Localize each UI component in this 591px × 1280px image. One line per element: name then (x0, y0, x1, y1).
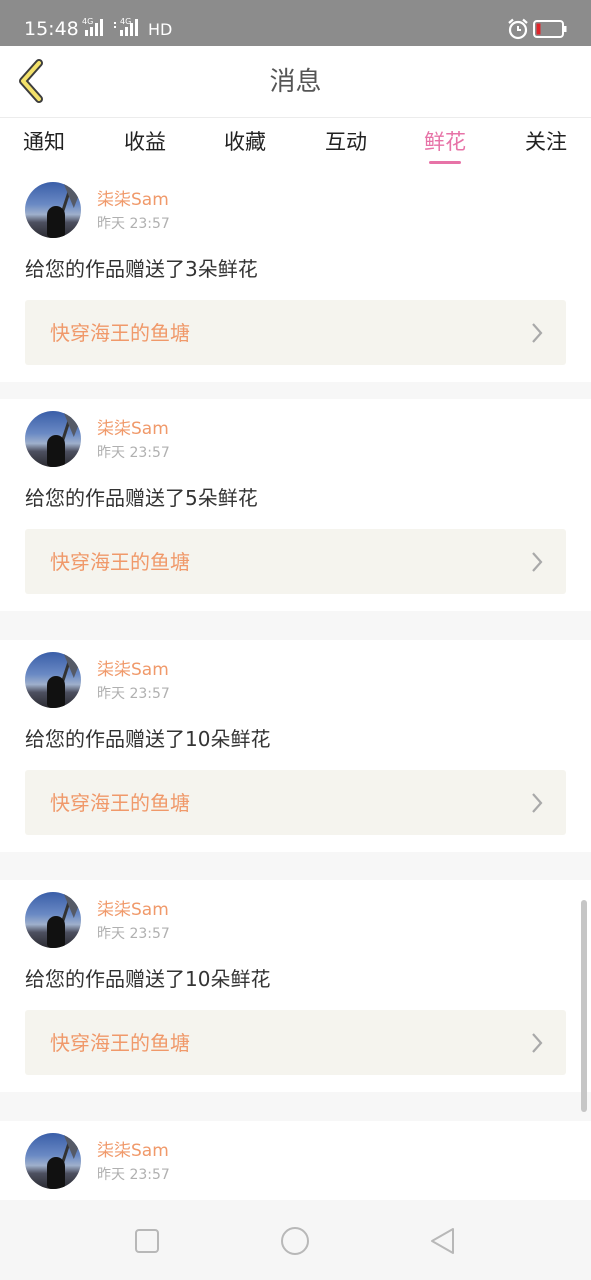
work-link[interactable]: 快穿海王的鱼塘 (25, 529, 566, 594)
tab-active-indicator (429, 161, 461, 164)
tab-following[interactable]: 关注 (501, 128, 591, 156)
work-title: 快穿海王的鱼塘 (50, 1031, 190, 1055)
sender-name[interactable]: 柒柒Sam (97, 898, 169, 922)
tab-flowers[interactable]: 鲜花 (400, 128, 490, 164)
message-time: 昨天 23:57 (97, 1167, 170, 1183)
avatar[interactable] (25, 1133, 81, 1189)
message-time: 昨天 23:57 (97, 216, 170, 232)
avatar[interactable] (25, 892, 81, 948)
message-card: 柒柒Sam 昨天 23:57 给您的作品赠送了5朵鲜花 快穿海王的鱼塘 (0, 399, 591, 611)
chevron-right-icon (532, 552, 543, 572)
chevron-right-icon (532, 793, 543, 813)
avatar[interactable] (25, 411, 81, 467)
work-link[interactable]: 快穿海王的鱼塘 (25, 1010, 566, 1075)
header: 消息 (0, 46, 591, 118)
scrollbar[interactable] (581, 900, 587, 1112)
avatar[interactable] (25, 182, 81, 238)
work-title: 快穿海王的鱼塘 (50, 321, 190, 345)
message-card: 柒柒Sam 昨天 23:57 (0, 1121, 591, 1200)
square-icon[interactable] (130, 1224, 164, 1258)
chevron-right-icon (532, 323, 543, 343)
message-time: 昨天 23:57 (97, 445, 170, 461)
tab-notifications[interactable]: 通知 (0, 128, 89, 156)
work-link[interactable]: 快穿海王的鱼塘 (25, 770, 566, 835)
tab-bar: 通知 收益 收藏 互动 鲜花 关注 (0, 118, 591, 170)
message-time: 昨天 23:57 (97, 926, 170, 942)
sender-name[interactable]: 柒柒Sam (97, 417, 169, 441)
triangle-back-icon[interactable] (426, 1224, 460, 1258)
message-text: 给您的作品赠送了3朵鲜花 (25, 257, 258, 281)
page-title: 消息 (269, 67, 322, 97)
tab-favorites[interactable]: 收藏 (200, 128, 290, 156)
hd-indicator: HD (148, 20, 173, 39)
battery-icon (533, 20, 567, 38)
sender-name[interactable]: 柒柒Sam (97, 1139, 169, 1163)
message-text: 给您的作品赠送了10朵鲜花 (25, 727, 271, 751)
navigation-bar (0, 1200, 591, 1280)
message-card: 柒柒Sam 昨天 23:57 给您的作品赠送了10朵鲜花 快穿海王的鱼塘 (0, 880, 591, 1092)
message-card: 柒柒Sam 昨天 23:57 给您的作品赠送了10朵鲜花 快穿海王的鱼塘 (0, 640, 591, 852)
work-title: 快穿海王的鱼塘 (50, 550, 190, 574)
sender-name[interactable]: 柒柒Sam (97, 188, 169, 212)
avatar[interactable] (25, 652, 81, 708)
alarm-icon (508, 18, 528, 40)
message-card: 柒柒Sam 昨天 23:57 给您的作品赠送了3朵鲜花 快穿海王的鱼塘 (0, 170, 591, 382)
status-time: 15:48 (24, 18, 79, 40)
message-text: 给您的作品赠送了10朵鲜花 (25, 967, 271, 991)
message-list[interactable]: 柒柒Sam 昨天 23:57 给您的作品赠送了3朵鲜花 快穿海王的鱼塘 柒柒Sa… (0, 170, 591, 1200)
tab-label: 鲜花 (424, 130, 466, 154)
message-text: 给您的作品赠送了5朵鲜花 (25, 486, 258, 510)
message-time: 昨天 23:57 (97, 686, 170, 702)
tab-earnings[interactable]: 收益 (100, 128, 190, 156)
sender-name[interactable]: 柒柒Sam (97, 658, 169, 682)
chevron-right-icon (532, 1033, 543, 1053)
work-link[interactable]: 快穿海王的鱼塘 (25, 300, 566, 365)
tab-interactions[interactable]: 互动 (301, 128, 391, 156)
status-bar: 15:48 4G 4G HD (0, 0, 591, 46)
circle-icon[interactable] (278, 1224, 312, 1258)
work-title: 快穿海王的鱼塘 (50, 791, 190, 815)
